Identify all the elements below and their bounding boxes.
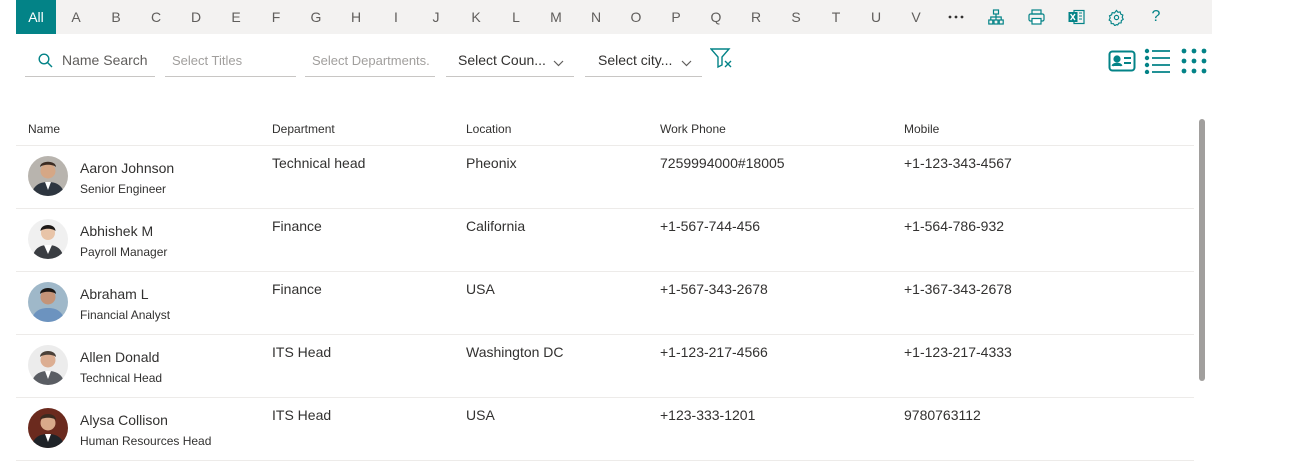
person-title: Payroll Manager xyxy=(80,245,168,259)
table-row[interactable]: Allen Donald Technical Head ITS Head Was… xyxy=(16,335,1194,398)
person-name[interactable]: Alysa Collison xyxy=(80,412,168,428)
alpha-h[interactable]: H xyxy=(336,0,376,34)
alpha-u[interactable]: U xyxy=(856,0,896,34)
city-dropdown-label: Select city... xyxy=(598,52,673,68)
person-title: Senior Engineer xyxy=(80,182,167,196)
view-switcher xyxy=(1106,44,1210,78)
department-cell: Technical head xyxy=(272,155,366,171)
search-icon xyxy=(38,52,53,68)
avatar xyxy=(28,156,68,196)
alpha-b[interactable]: B xyxy=(96,0,136,34)
table-row[interactable]: Abhishek M Payroll Manager Finance Calif… xyxy=(16,209,1194,272)
clear-filter-icon[interactable] xyxy=(709,48,734,75)
alpha-j[interactable]: J xyxy=(416,0,456,34)
header-mobile[interactable]: Mobile xyxy=(904,122,939,136)
country-dropdown[interactable]: Select Coun... xyxy=(446,44,574,77)
work-phone-cell[interactable]: +123-333-1201 xyxy=(660,407,755,423)
header-name[interactable]: Name xyxy=(28,122,60,136)
person-name[interactable]: Abhishek M xyxy=(80,223,153,239)
alpha-l[interactable]: L xyxy=(496,0,536,34)
departments-field[interactable]: Select Departments. xyxy=(305,44,435,77)
alpha-f[interactable]: F xyxy=(256,0,296,34)
department-cell: Finance xyxy=(272,281,322,297)
alphabet-filter-bar: All A B C D E F G H I J K L M N O P Q R … xyxy=(16,0,1212,34)
alpha-e[interactable]: E xyxy=(216,0,256,34)
header-department[interactable]: Department xyxy=(272,122,335,136)
list-view-icon[interactable] xyxy=(1138,48,1178,74)
work-phone-cell[interactable]: +1-567-744-456 xyxy=(660,218,760,234)
location-cell: Pheonix xyxy=(466,155,517,171)
vertical-scrollbar[interactable] xyxy=(1199,119,1205,381)
titles-field[interactable]: Select Titles xyxy=(165,44,296,77)
mobile-cell[interactable]: +1-367-343-2678 xyxy=(904,281,1012,297)
alpha-v[interactable]: V xyxy=(896,0,936,34)
location-cell: USA xyxy=(466,407,495,423)
alpha-p[interactable]: P xyxy=(656,0,696,34)
alpha-r[interactable]: R xyxy=(736,0,776,34)
person-name[interactable]: Abraham L xyxy=(80,286,148,302)
help-icon[interactable]: ? xyxy=(1136,0,1176,34)
person-name[interactable]: Allen Donald xyxy=(80,349,159,365)
avatar xyxy=(28,408,68,448)
table-row[interactable]: Alysa Collison Human Resources Head ITS … xyxy=(16,398,1194,461)
avatar xyxy=(28,219,68,259)
chevron-down-icon xyxy=(553,54,564,70)
mobile-cell[interactable]: +1-564-786-932 xyxy=(904,218,1004,234)
alpha-c[interactable]: C xyxy=(136,0,176,34)
alpha-s[interactable]: S xyxy=(776,0,816,34)
titles-input[interactable]: Select Titles xyxy=(172,53,242,68)
person-title: Financial Analyst xyxy=(80,308,171,322)
header-location[interactable]: Location xyxy=(466,122,511,136)
alpha-q[interactable]: Q xyxy=(696,0,736,34)
departments-input[interactable]: Select Departments. xyxy=(312,53,430,68)
avatar xyxy=(28,282,68,322)
people-table: Name Department Location Work Phone Mobi… xyxy=(16,112,1194,461)
alpha-o[interactable]: O xyxy=(616,0,656,34)
country-dropdown-label: Select Coun... xyxy=(458,52,546,68)
alpha-i[interactable]: I xyxy=(376,0,416,34)
work-phone-cell[interactable]: +1-567-343-2678 xyxy=(660,281,768,297)
alpha-k[interactable]: K xyxy=(456,0,496,34)
alpha-a[interactable]: A xyxy=(56,0,96,34)
header-work-phone[interactable]: Work Phone xyxy=(660,122,726,136)
department-cell: ITS Head xyxy=(272,407,332,423)
work-phone-cell[interactable]: +1-123-217-4566 xyxy=(660,344,768,360)
alpha-d[interactable]: D xyxy=(176,0,216,34)
grid-view-icon[interactable] xyxy=(1178,48,1210,74)
department-cell: Finance xyxy=(272,218,322,234)
name-search-input[interactable]: Name Search xyxy=(62,52,148,68)
contact-card-icon[interactable] xyxy=(1106,50,1138,72)
mobile-cell[interactable]: +1-123-217-4333 xyxy=(904,344,1012,360)
table-header: Name Department Location Work Phone Mobi… xyxy=(16,112,1194,146)
mobile-cell[interactable]: 9780763112 xyxy=(904,407,981,423)
department-cell: ITS Head xyxy=(272,344,332,360)
location-cell: USA xyxy=(466,281,495,297)
person-title: Technical Head xyxy=(80,371,163,385)
chevron-down-icon xyxy=(681,54,692,70)
person-title: Human Resources Head xyxy=(80,434,212,448)
settings-icon[interactable] xyxy=(1096,0,1136,34)
alpha-m[interactable]: M xyxy=(536,0,576,34)
more-icon[interactable] xyxy=(936,0,976,34)
name-search-field[interactable]: Name Search xyxy=(25,44,155,77)
alpha-n[interactable]: N xyxy=(576,0,616,34)
alpha-g[interactable]: G xyxy=(296,0,336,34)
excel-icon[interactable] xyxy=(1056,0,1096,34)
work-phone-cell[interactable]: 7259994000#18005 xyxy=(660,155,785,171)
table-row[interactable]: Aaron Johnson Senior Engineer Technical … xyxy=(16,146,1194,209)
person-name[interactable]: Aaron Johnson xyxy=(80,160,174,176)
org-chart-icon[interactable] xyxy=(976,0,1016,34)
mobile-cell[interactable]: +1-123-343-4567 xyxy=(904,155,1012,171)
avatar xyxy=(28,345,68,385)
help-label: ? xyxy=(1151,8,1161,25)
print-icon[interactable] xyxy=(1016,0,1056,34)
alpha-t[interactable]: T xyxy=(816,0,856,34)
table-row[interactable]: Abraham L Financial Analyst Finance USA … xyxy=(16,272,1194,335)
location-cell: California xyxy=(466,218,526,234)
city-dropdown[interactable]: Select city... xyxy=(585,44,702,77)
alpha-all[interactable]: All xyxy=(16,0,56,34)
location-cell: Washington DC xyxy=(466,344,564,360)
